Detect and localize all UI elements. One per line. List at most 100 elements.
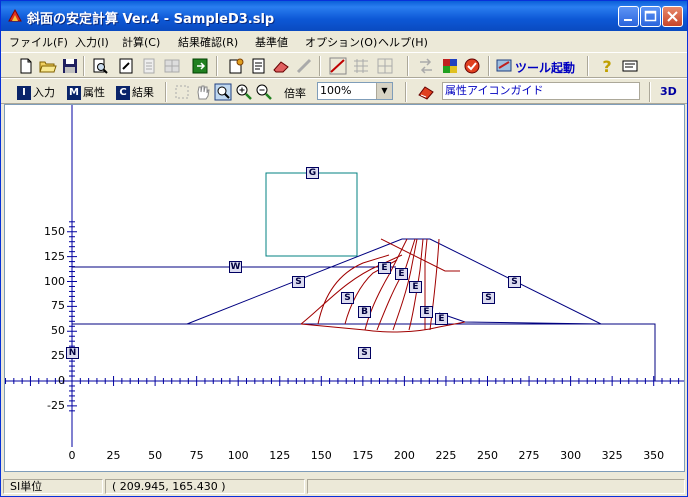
tag-soil[interactable]: S bbox=[341, 292, 354, 304]
x-tick-label: 0 bbox=[68, 449, 76, 462]
pan-hand-icon[interactable] bbox=[194, 83, 212, 101]
grid-disabled-icon[interactable] bbox=[163, 57, 181, 75]
main-toolbar: ツール起動 ? bbox=[1, 52, 687, 78]
edit-document-icon[interactable] bbox=[117, 57, 135, 75]
zoom-fit-icon[interactable] bbox=[214, 83, 232, 101]
menu-results[interactable]: 結果確認(R) bbox=[178, 34, 238, 50]
mode-result-button[interactable]: C 結果 bbox=[116, 84, 154, 100]
mode-attribute-button[interactable]: M 属性 bbox=[67, 84, 105, 100]
toolbar-separator bbox=[488, 56, 490, 76]
x-tick-label: 175 bbox=[352, 449, 374, 462]
select-disabled-icon[interactable] bbox=[173, 83, 191, 101]
mode-input-label: 入力 bbox=[33, 86, 55, 99]
open-folder-icon[interactable] bbox=[39, 57, 57, 75]
x-tick-label: 125 bbox=[269, 449, 291, 462]
toolbar-separator bbox=[405, 82, 407, 102]
x-tick-label: 75 bbox=[189, 449, 204, 462]
menu-file[interactable]: ファイル(F) bbox=[9, 34, 68, 50]
chevron-down-icon[interactable]: ▼ bbox=[376, 83, 392, 99]
menu-options[interactable]: オプション(O) bbox=[305, 34, 377, 50]
minimize-icon bbox=[624, 19, 632, 21]
tool-launch-label[interactable]: ツール起動 bbox=[515, 59, 575, 76]
zoom-in-icon[interactable] bbox=[235, 83, 253, 101]
menu-calc[interactable]: 計算(C) bbox=[122, 34, 160, 50]
menu-standards[interactable]: 基準値 bbox=[255, 34, 288, 50]
help-icon[interactable]: ? bbox=[598, 57, 616, 75]
print-preview-icon[interactable] bbox=[91, 57, 109, 75]
menu-help[interactable]: ヘルプ(H) bbox=[378, 34, 428, 50]
tag-boundary[interactable]: B bbox=[358, 306, 371, 318]
x-tick-label: 100 bbox=[227, 449, 249, 462]
mesh-disabled-icon[interactable] bbox=[352, 57, 370, 75]
tag-embankment[interactable]: E bbox=[420, 306, 433, 318]
toolbar-separator bbox=[407, 56, 409, 76]
tag-ground-load[interactable]: G bbox=[306, 167, 319, 179]
tag-soil[interactable]: S bbox=[292, 276, 305, 288]
status-message bbox=[307, 479, 685, 494]
tag-soil[interactable]: S bbox=[358, 347, 371, 359]
x-tick-label: 200 bbox=[393, 449, 415, 462]
tag-embankment[interactable]: E bbox=[409, 281, 422, 293]
zoom-out-icon[interactable] bbox=[255, 83, 273, 101]
close-button[interactable] bbox=[662, 6, 683, 27]
copy-disabled-icon[interactable] bbox=[140, 57, 158, 75]
about-icon[interactable] bbox=[621, 57, 639, 75]
mode-attribute-label: 属性 bbox=[83, 86, 105, 99]
status-bar: SI単位 ( 209.945, 165.430 ) bbox=[1, 477, 687, 496]
measure-disabled-icon[interactable] bbox=[295, 57, 313, 75]
draw-slope-icon[interactable] bbox=[329, 57, 347, 75]
new-file-icon[interactable] bbox=[17, 57, 35, 75]
slip-base bbox=[300, 323, 366, 331]
zoom-value: 100% bbox=[320, 84, 352, 97]
export-icon[interactable] bbox=[250, 57, 268, 75]
y-tick-label: 150 bbox=[44, 224, 65, 238]
slip-arc bbox=[364, 238, 408, 331]
exit-icon[interactable] bbox=[191, 57, 209, 75]
tag-node[interactable]: N bbox=[66, 347, 79, 359]
tag-embankment[interactable]: E bbox=[395, 268, 408, 280]
toolbar-separator bbox=[83, 56, 85, 76]
attribute-guide-text: 属性アイコンガイド bbox=[445, 84, 544, 97]
flow-arrows-icon[interactable] bbox=[417, 57, 435, 75]
apply-icon[interactable] bbox=[463, 57, 481, 75]
toolbar-separator bbox=[587, 56, 589, 76]
attribute-guide-icon[interactable] bbox=[417, 83, 435, 101]
x-tick-label: 150 bbox=[310, 449, 332, 462]
save-icon[interactable] bbox=[61, 57, 79, 75]
minimize-button[interactable] bbox=[618, 6, 639, 27]
attribute-guide-box: 属性アイコンガイド bbox=[442, 82, 640, 100]
mode-input-key: I bbox=[17, 86, 31, 100]
properties-icon[interactable] bbox=[227, 57, 245, 75]
maximize-button[interactable] bbox=[640, 6, 661, 27]
tag-soil[interactable]: S bbox=[482, 292, 495, 304]
y-tick-label: 50 bbox=[51, 324, 65, 338]
mode-attribute-key: M bbox=[67, 86, 81, 100]
menu-input[interactable]: 入力(I) bbox=[75, 34, 109, 50]
x-tick-label: 225 bbox=[435, 449, 457, 462]
view-toolbar: I 入力 M 属性 C 結果 倍率 100% ▼ 属性アイコンガイド 3D bbox=[1, 78, 687, 104]
tag-soil[interactable]: S bbox=[508, 276, 521, 288]
menu-bar: ファイル(F) 入力(I) 計算(C) 結果確認(R) 基準値 オプション(O)… bbox=[1, 31, 687, 51]
app-icon bbox=[8, 8, 22, 22]
toolbar-separator bbox=[165, 82, 167, 102]
y-tick-label: 25 bbox=[51, 349, 65, 363]
title-bar[interactable]: 斜面の安定計算 Ver.4 - SampleD3.slp bbox=[1, 1, 687, 31]
tag-embankment[interactable]: E bbox=[378, 262, 391, 274]
y-tick-label: -25 bbox=[47, 398, 65, 412]
eraser-icon[interactable] bbox=[272, 57, 290, 75]
tool-launch-icon[interactable] bbox=[495, 57, 513, 75]
grid-edit-disabled-icon[interactable] bbox=[376, 57, 394, 75]
drawing-canvas[interactable]: 0 25 50 75 100 125 150 175 200 225 250 275 300 325 350… bbox=[4, 104, 685, 472]
x-tick-label: 50 bbox=[148, 449, 163, 462]
unit-indicator: SI単位 bbox=[3, 479, 103, 494]
load-area bbox=[265, 172, 358, 257]
zoom-label: 倍率 bbox=[284, 87, 306, 100]
slope-drawing[interactable] bbox=[5, 105, 684, 471]
tag-water[interactable]: W bbox=[229, 261, 242, 273]
y-tick-label: 100 bbox=[44, 274, 65, 288]
mode-input-button[interactable]: I 入力 bbox=[17, 84, 55, 100]
zoom-select[interactable]: 100% ▼ bbox=[317, 82, 393, 100]
view-3d-button[interactable]: 3D bbox=[660, 85, 677, 98]
tag-embankment[interactable]: E bbox=[435, 313, 448, 325]
color-palette-icon[interactable] bbox=[441, 57, 459, 75]
